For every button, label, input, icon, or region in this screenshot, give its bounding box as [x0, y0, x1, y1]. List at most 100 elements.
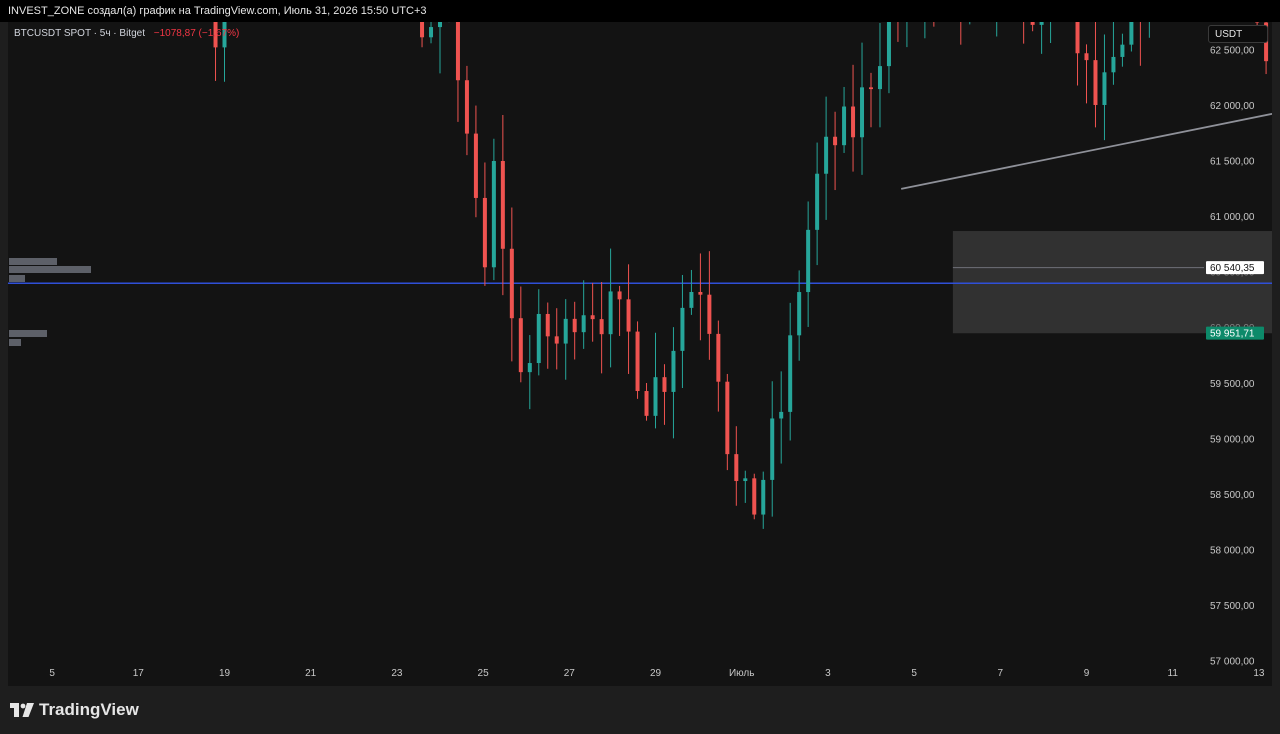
x-tick-label: Июль	[729, 668, 755, 679]
candle-down	[1030, 22, 1035, 25]
candle-down	[725, 381, 730, 455]
candle-down	[698, 291, 703, 295]
demand-zone-lower	[952, 231, 1272, 334]
candle-down	[626, 299, 631, 332]
target-label: 59 951,71	[1206, 326, 1264, 340]
candle-down	[500, 161, 505, 249]
candle-up	[842, 106, 847, 146]
x-tick-label: 29	[650, 668, 662, 679]
x-tick-label: 5	[49, 668, 55, 679]
candle-up	[1111, 56, 1116, 73]
candle-down	[833, 136, 838, 146]
candle-up	[563, 318, 568, 344]
x-tick-label: 13	[1253, 668, 1265, 679]
candle-down	[545, 313, 550, 337]
tradingview-brand[interactable]: TradingView	[10, 700, 139, 720]
candle-up	[886, 22, 891, 67]
x-tick-label: 5	[911, 668, 917, 679]
candle-up	[806, 229, 811, 293]
candle-down	[1084, 53, 1089, 61]
y-tick-label: 58 500,00	[1210, 490, 1255, 501]
x-tick-label: 3	[825, 668, 831, 679]
candle-down	[572, 318, 577, 333]
candle-down	[554, 336, 559, 344]
y-tick-label: 61 000,00	[1210, 212, 1255, 223]
candle-up	[680, 307, 685, 351]
candle-down	[599, 319, 604, 335]
price-change: −1078,87 (−1,67%)	[153, 28, 240, 39]
candle-up	[491, 161, 496, 268]
candle-up	[671, 350, 676, 392]
x-tick-label: 27	[564, 668, 576, 679]
candle-up	[581, 315, 586, 333]
candle-up	[788, 335, 793, 412]
candle-up	[779, 411, 784, 419]
candle-up	[1129, 22, 1134, 45]
candle-down	[420, 22, 425, 38]
x-tick-label: 9	[1084, 668, 1090, 679]
price-label-text: 60 540,35	[1210, 263, 1255, 274]
candle-down	[851, 106, 856, 138]
candle-up	[815, 173, 820, 230]
volume-profile-bar	[9, 275, 25, 282]
y-tick-label: 62 500,00	[1210, 45, 1255, 56]
symbol-legend[interactable]: BTCUSDT SPOT · 5ч · Bitget −1078,87 (−1,…	[14, 28, 239, 39]
x-tick-label: 25	[478, 668, 490, 679]
symbol-name: BTCUSDT SPOT · 5ч · Bitget	[14, 28, 145, 39]
candle-down	[1075, 22, 1080, 54]
x-tick-label: 17	[133, 668, 145, 679]
candle-up	[1039, 22, 1044, 25]
candle-up	[1102, 72, 1107, 105]
candle-up	[429, 27, 434, 38]
brand-name: TradingView	[39, 700, 139, 719]
candle-up	[653, 377, 658, 416]
x-tick-label: 21	[305, 668, 317, 679]
candle-up	[743, 478, 748, 482]
candle-down	[1093, 60, 1098, 105]
y-tick-label: 59 500,00	[1210, 379, 1255, 390]
candle-up	[860, 87, 865, 138]
candle-up	[824, 136, 829, 174]
volume-profile-bar	[9, 330, 47, 337]
currency-button[interactable]: USDT	[1208, 25, 1268, 43]
candle-down	[707, 294, 712, 334]
x-tick-label: 23	[391, 668, 403, 679]
candle-down	[518, 318, 523, 373]
candle-down	[635, 331, 640, 392]
candle-down	[869, 87, 873, 90]
y-tick-label: 61 500,00	[1210, 157, 1255, 168]
x-tick-label: 7	[998, 668, 1004, 679]
x-tick-label: 11	[1168, 668, 1179, 679]
candle-up	[1120, 44, 1125, 57]
candle-up	[438, 22, 442, 28]
chart-area[interactable]: 57 000,00 57 500,00 58 000,00 58 500,00 59 0…	[8, 22, 1272, 686]
candle-down	[590, 315, 595, 320]
footer: TradingView	[0, 686, 1280, 734]
candle-down	[509, 248, 514, 319]
mid-level-label: 60 540,35	[1206, 261, 1264, 275]
candle-up	[770, 418, 775, 480]
candle-up	[797, 292, 802, 336]
chart-attribution: INVEST_ZONE создал(а) график на TradingV…	[0, 0, 1280, 22]
x-tick-label: 19	[219, 668, 231, 679]
price-label-text: 59 951,71	[1210, 329, 1255, 340]
candle-down	[617, 291, 622, 300]
candle-down	[644, 391, 649, 416]
volume-profile-bar	[9, 258, 57, 265]
candle-up	[536, 313, 541, 364]
candlestick-chart[interactable]: 57 000,00 57 500,00 58 000,00 58 500,00 59 0…	[8, 22, 1272, 686]
volume-profile-bar	[9, 266, 91, 273]
candle-up	[527, 363, 532, 373]
candle-down	[716, 333, 721, 382]
candle-down	[662, 377, 667, 392]
candle-down	[752, 478, 757, 515]
candle-down	[473, 133, 478, 198]
volume-profile-bar	[9, 339, 21, 346]
candle-down	[455, 22, 460, 81]
y-tick-label: 58 000,00	[1210, 545, 1255, 556]
candle-up	[689, 291, 694, 308]
tradingview-logo-icon	[10, 703, 34, 717]
candle-up	[608, 291, 613, 335]
y-tick-label: 57 000,00	[1210, 657, 1255, 668]
y-tick-label: 57 500,00	[1210, 601, 1255, 612]
